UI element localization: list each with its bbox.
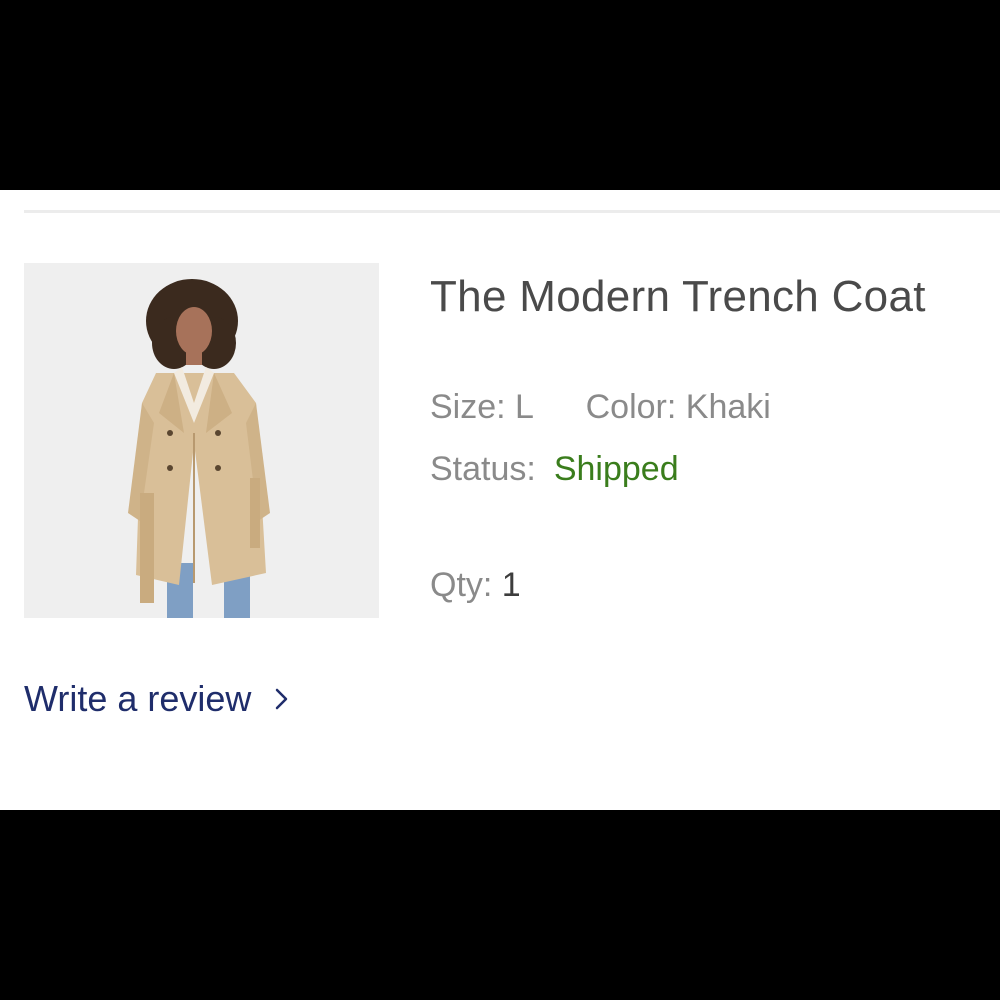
color-value: Khaki xyxy=(685,388,771,426)
quantity-row: Qty: 1 xyxy=(430,566,521,605)
product-image[interactable] xyxy=(24,263,379,618)
product-title[interactable]: The Modern Trench Coat xyxy=(430,272,926,322)
status-label: Status: xyxy=(430,450,536,488)
letterbox-bottom xyxy=(0,810,1000,1000)
order-item-card: The Modern Trench Coat Size: L Color: Kh… xyxy=(0,190,1000,810)
write-review-label: Write a review xyxy=(24,678,252,719)
size-value: L xyxy=(515,388,533,426)
color-label: Color: xyxy=(585,388,677,426)
divider xyxy=(24,210,1000,213)
size-label: Size: xyxy=(430,388,506,426)
chevron-right-icon xyxy=(276,688,288,710)
qty-label: Qty: xyxy=(430,566,493,604)
trench-coat-photo xyxy=(24,263,379,618)
letterbox-top xyxy=(0,0,1000,190)
write-review-link[interactable]: Write a review xyxy=(24,678,291,720)
status-value: Shipped xyxy=(553,450,679,488)
size-color-row: Size: L Color: Khaki xyxy=(430,388,771,427)
status-row: Status: Shipped xyxy=(430,450,679,489)
qty-value: 1 xyxy=(501,566,521,604)
